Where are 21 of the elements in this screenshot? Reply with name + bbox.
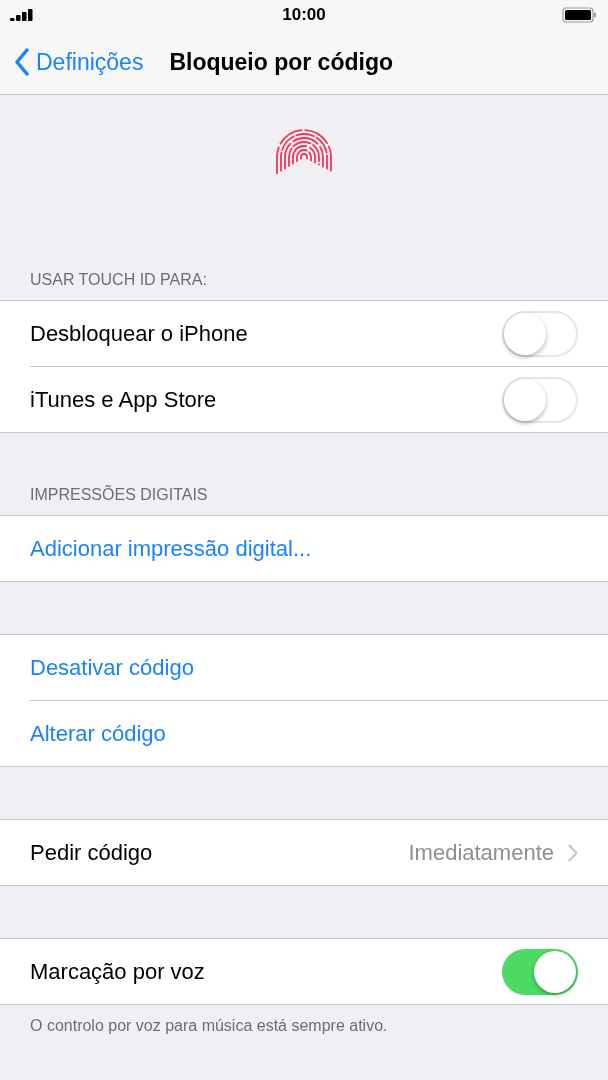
toggle-switch[interactable] (502, 948, 578, 995)
action-link[interactable]: Adicionar impressão digital... (30, 535, 312, 562)
nav-title: Bloqueio por código (169, 48, 393, 76)
toggle-switch[interactable] (502, 376, 578, 423)
back-button[interactable]: Definições (14, 48, 144, 76)
section-footer: O controlo por voz para música está sempre ativo. (30, 1017, 388, 1034)
row-label: iTunes e App Store (30, 386, 217, 413)
row-value: Imediatamente (408, 839, 554, 866)
section-header: IMPRESSÕES DIGITAIS (30, 486, 208, 504)
row-label: Desbloquear o iPhone (30, 320, 248, 347)
status-time: 10:00 (282, 5, 326, 25)
action-link[interactable]: Alterar código (30, 720, 166, 747)
chevron-left-icon (14, 48, 30, 76)
toggle-switch[interactable] (502, 310, 578, 357)
row-label: Marcação por voz (30, 958, 205, 985)
row-label: Pedir código (30, 839, 153, 866)
action-link[interactable]: Desativar código (30, 654, 194, 681)
section-header: USAR TOUCH ID PARA: (30, 271, 207, 289)
battery-icon (562, 7, 598, 23)
chevron-right-icon (568, 843, 578, 862)
signal-icon (10, 9, 34, 21)
